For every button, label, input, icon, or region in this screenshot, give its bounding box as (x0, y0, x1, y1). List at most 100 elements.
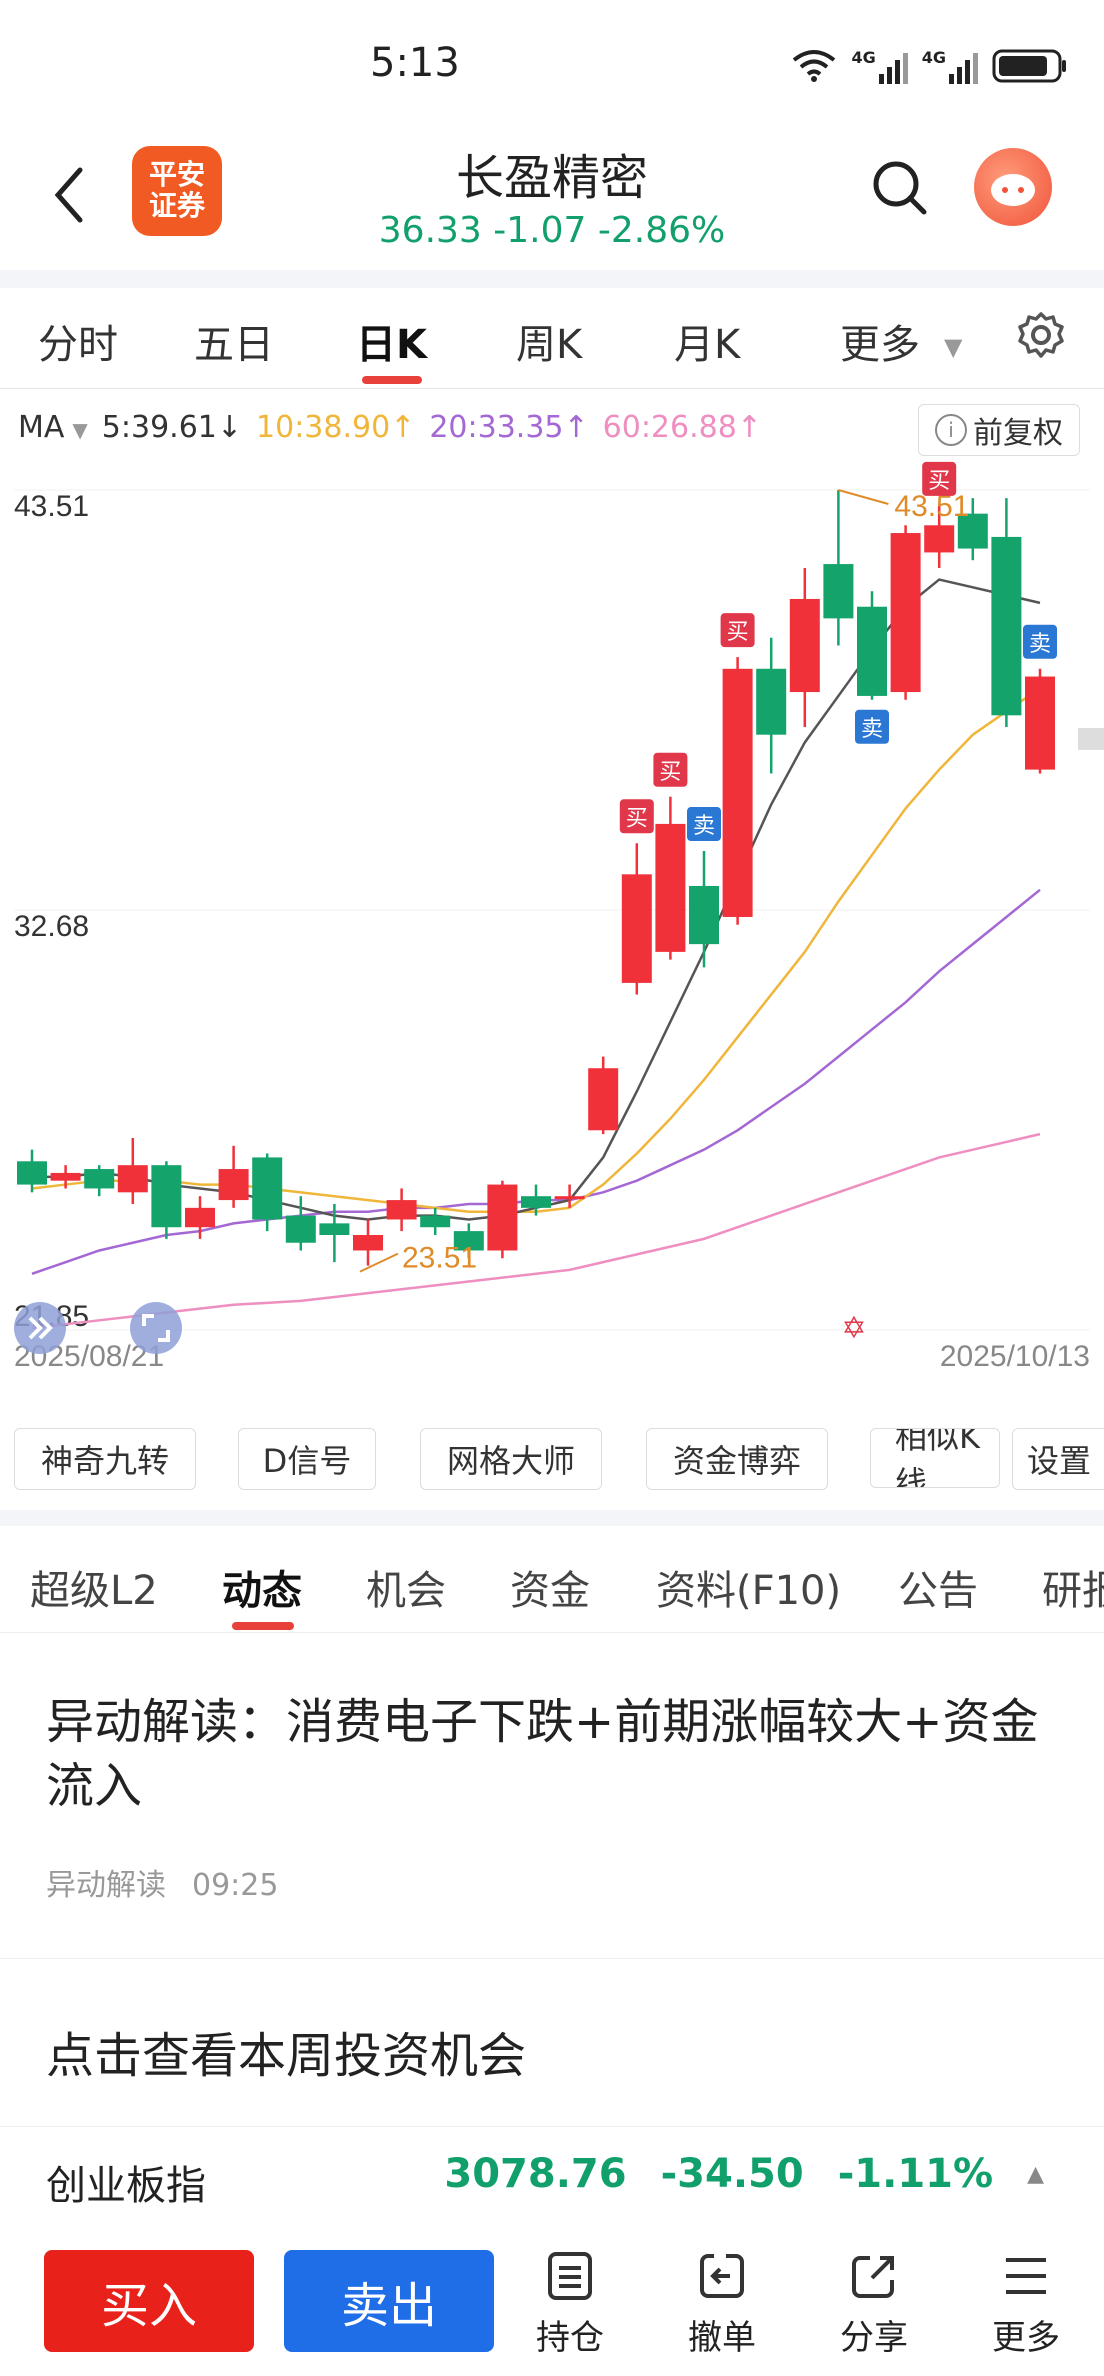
event-star-icon: ✡ (841, 1311, 866, 1346)
tab-jihui[interactable]: 机会 (366, 1558, 446, 1616)
news-title[interactable]: 异动解读：消费电子下跌+前期涨幅较大+资金流入 (46, 1690, 1046, 1818)
candle-body (1025, 676, 1055, 770)
tool-settings[interactable]: 设置 (1012, 1428, 1104, 1490)
fullscreen-icon[interactable] (130, 1302, 182, 1354)
candle-body (386, 1200, 417, 1220)
ma5-value: 5:39.61↓ (101, 410, 243, 445)
candle-body (689, 885, 719, 945)
holdings-button[interactable]: 持仓 (510, 2250, 630, 2359)
candle-body (252, 1157, 283, 1220)
battery-icon (992, 49, 1066, 83)
tab-zhouk[interactable]: 周K (516, 312, 582, 370)
tab-wuri[interactable]: 五日 (194, 312, 274, 370)
candle-body (991, 536, 1022, 716)
wifi-icon (793, 50, 836, 82)
tab-zijin[interactable]: 资金 (510, 1558, 590, 1616)
signal-label: 卖 (1029, 632, 1051, 657)
active-tab-indicator (362, 376, 422, 384)
status-icons: 4G 4G (791, 44, 1068, 88)
share-button[interactable]: 分享 (814, 2250, 934, 2359)
tab-rik[interactable]: 日K (356, 312, 427, 370)
signal-icon: 4G (851, 48, 908, 84)
undo-icon (700, 2254, 744, 2298)
signal-label: 买 (626, 806, 648, 831)
candle-body (353, 1234, 383, 1251)
candle-body (185, 1207, 215, 1228)
tab-ziliao[interactable]: 资料(F10) (656, 1558, 841, 1616)
candle-body (521, 1196, 551, 1208)
promo-link[interactable]: 点击查看本周投资机会 (46, 2016, 526, 2086)
candle-body (319, 1223, 350, 1235)
candle-body (218, 1169, 249, 1201)
tab-yanbao[interactable]: 研报 (1042, 1558, 1104, 1616)
tool-grid[interactable]: 网格大师 (420, 1428, 602, 1490)
dropdown-triangle-icon: ▼ (944, 333, 963, 361)
stock-price-line: 36.33 -1.07 -2.86% (378, 210, 726, 251)
tab-l2[interactable]: 超级L2 (30, 1558, 158, 1616)
index-pct: -1.11% (837, 2151, 994, 2197)
ma60-line (31, 1132, 1041, 1330)
tool-dsignal[interactable]: D信号 (238, 1428, 376, 1490)
candle-body (823, 564, 854, 619)
ma60-value: 60:26.88↑ (602, 410, 762, 445)
candle-body (285, 1215, 316, 1243)
index-name: 创业板指 (46, 2163, 206, 2209)
index-values: 3078.76 -34.50 -1.11% ▲ (444, 2151, 1044, 2197)
price-marker (1078, 728, 1104, 750)
assistant-avatar-icon[interactable] (974, 148, 1052, 226)
kline-svg: 43.5132.6821.8523.5143.51买买卖买卖买卖2025/08/… (14, 461, 1104, 1373)
min-price-label: 23.51 (402, 1242, 477, 1275)
candle-body (554, 1196, 585, 1200)
tab-more[interactable]: 更多 ▼ (840, 312, 962, 370)
ma10-value: 10:38.90↑ (256, 410, 416, 445)
sell-button[interactable]: 卖出 (284, 2250, 494, 2352)
y-tick-label: 43.51 (14, 490, 89, 523)
active-tab-indicator (232, 1622, 294, 1630)
divider (0, 1510, 1104, 1526)
candle-body (621, 874, 652, 983)
tab-yuek[interactable]: 月K (674, 312, 740, 370)
max-pointer (838, 489, 889, 505)
tab-dongtai[interactable]: 动态 (222, 1558, 302, 1616)
signal-label: 卖 (693, 814, 715, 839)
signal-label: 卖 (861, 717, 883, 742)
tool-similar[interactable]: 相似K线 (870, 1428, 1000, 1488)
candle-body (588, 1068, 619, 1131)
cancel-order-button[interactable]: 撤单 (662, 2250, 782, 2359)
candle-body (84, 1169, 115, 1189)
more-button[interactable]: 更多 (966, 2250, 1086, 2359)
index-value: 3078.76 (444, 2151, 627, 2197)
index-ticker[interactable]: 创业板指 3078.76 -34.50 -1.11% ▲ (0, 2126, 1104, 2230)
ma-label[interactable]: MA ▼ (18, 410, 88, 445)
divider (0, 270, 1104, 288)
signal-label: 买 (928, 469, 950, 494)
indicator-tools: 神奇九转 D信号 网格大师 资金博弈 相似K线 设置 (0, 1428, 1104, 1492)
stock-header: 平安 证券 长盈精密 36.33 -1.07 -2.86% (0, 130, 1104, 270)
tab-gonggao[interactable]: 公告 (898, 1558, 978, 1616)
kline-chart[interactable]: 43.5132.6821.8523.5143.51买买卖买卖买卖2025/08/… (0, 460, 1104, 1380)
index-change: -34.50 (660, 2151, 804, 2197)
candle-body (50, 1172, 81, 1181)
x-end-label: 2025/10/13 (940, 1340, 1090, 1373)
candle-body (420, 1215, 451, 1228)
candle-body (151, 1165, 182, 1228)
buy-button[interactable]: 买入 (44, 2250, 254, 2352)
min-pointer (359, 1252, 399, 1273)
divider (0, 1958, 1104, 1959)
share-icon (852, 2256, 894, 2298)
tool-fund[interactable]: 资金博弈 (646, 1428, 828, 1490)
tab-fenshi[interactable]: 分时 (38, 312, 118, 370)
candle-body (756, 668, 787, 735)
adjust-button[interactable]: i 前复权 (918, 404, 1080, 456)
candle-body (655, 823, 686, 952)
gear-icon[interactable] (1016, 310, 1066, 360)
candle-body (857, 606, 887, 696)
search-icon[interactable] (870, 158, 930, 218)
status-bar: 5:13 4G 4G (0, 0, 1104, 130)
signal-icon-2: 4G (922, 48, 978, 84)
tool-shenqi[interactable]: 神奇九转 (14, 1428, 196, 1490)
signal-label: 买 (727, 620, 749, 645)
ma10-line (31, 687, 1041, 1213)
bottom-toolbar: 买入 卖出 持仓 撤单 分享 更多 (0, 2228, 1104, 2376)
candle-body (789, 598, 820, 693)
